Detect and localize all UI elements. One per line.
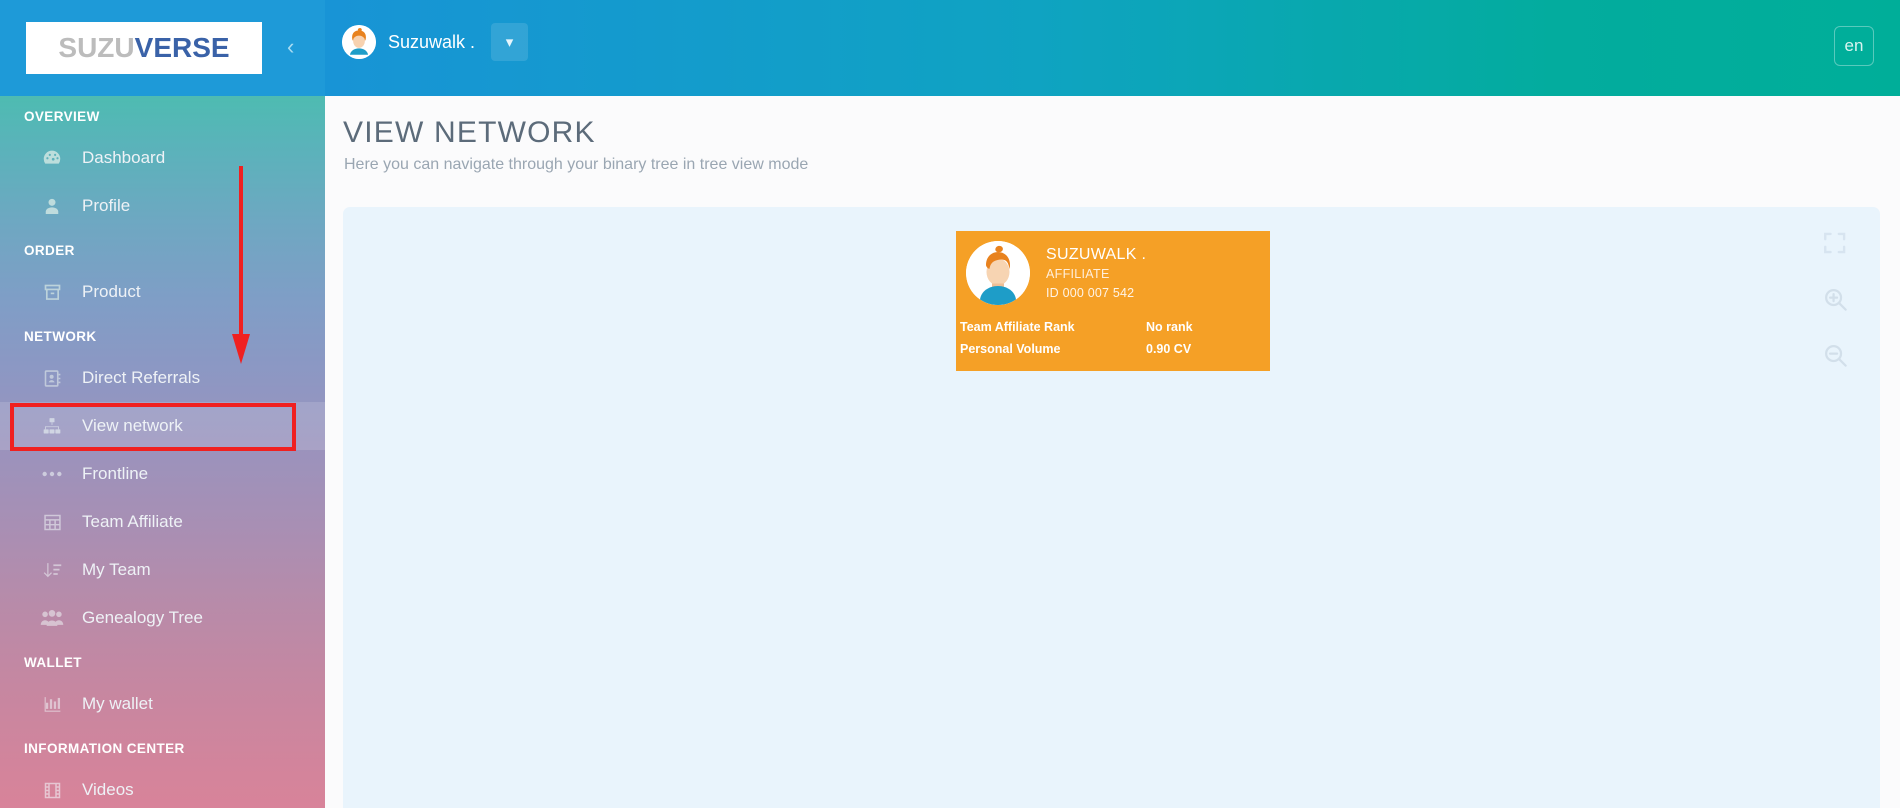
stat-value: 0.90 CV (1146, 338, 1254, 360)
box-icon (38, 280, 66, 304)
sidebar-item-profile[interactable]: Profile (0, 182, 325, 230)
sidebar-section-overview: OVERVIEW (0, 96, 325, 134)
stat-row: Personal Volume 0.90 CV (960, 338, 1254, 360)
brand-logo[interactable]: SUZUVERSE (26, 22, 262, 74)
sidebar-item-view-network[interactable]: View network (0, 402, 325, 450)
sidebar-item-product[interactable]: Product (0, 268, 325, 316)
chevron-left-icon[interactable]: ‹ (287, 36, 294, 58)
sidebar-item-label: Frontline (82, 464, 148, 484)
sidebar-item-dashboard[interactable]: Dashboard (0, 134, 325, 182)
sidebar-item-my-wallet[interactable]: My wallet (0, 680, 325, 728)
affiliate-card-top: SUZUWALK . AFFILIATE ID 000 007 542 (956, 231, 1270, 305)
ellipsis-icon (38, 462, 66, 486)
sidebar-section-network: NETWORK (0, 316, 325, 354)
affiliate-role: AFFILIATE (1046, 265, 1146, 284)
avatar (966, 241, 1030, 305)
sidebar-section-information-center: INFORMATION CENTER (0, 728, 325, 766)
logo-area: SUZUVERSE ‹ (0, 0, 325, 96)
sidebar: SUZUVERSE ‹ OVERVIEW Dashboard Profile (0, 0, 325, 808)
users-group-icon (38, 606, 66, 630)
user-menu[interactable]: Suzuwalk . ▾ (342, 23, 528, 61)
sidebar-item-label: Genealogy Tree (82, 608, 203, 628)
sidebar-item-label: Direct Referrals (82, 368, 200, 388)
sidebar-item-label: My wallet (82, 694, 153, 714)
user-name: Suzuwalk . (388, 32, 475, 53)
sidebar-item-label: Dashboard (82, 148, 165, 168)
tree-tool-group (1815, 220, 1855, 378)
zoom-in-icon[interactable] (1815, 276, 1855, 322)
sidebar-item-my-team[interactable]: My Team (0, 546, 325, 594)
avatar (342, 25, 376, 59)
sidebar-item-label: Product (82, 282, 141, 302)
sidebar-nav: OVERVIEW Dashboard Profile ORDER Product (0, 96, 325, 808)
grid-table-icon (38, 510, 66, 534)
sidebar-item-direct-referrals[interactable]: Direct Referrals (0, 354, 325, 402)
page-header: VIEW NETWORK Here you can navigate throu… (325, 96, 1900, 207)
stat-value: No rank (1146, 316, 1254, 338)
top-header: Suzuwalk . ▾ en (325, 0, 1900, 96)
sidebar-section-order: ORDER (0, 230, 325, 268)
speedometer-icon (38, 146, 66, 170)
sidebar-item-label: My Team (82, 560, 151, 580)
bar-chart-icon (38, 692, 66, 716)
sidebar-section-wallet: WALLET (0, 642, 325, 680)
sidebar-item-frontline[interactable]: Frontline (0, 450, 325, 498)
network-tree-canvas[interactable]: SUZUWALK . AFFILIATE ID 000 007 542 Team… (343, 207, 1880, 808)
affiliate-card-meta: SUZUWALK . AFFILIATE ID 000 007 542 (1046, 241, 1146, 305)
fullscreen-icon[interactable] (1815, 220, 1855, 266)
user-icon (38, 194, 66, 218)
film-strip-icon (38, 778, 66, 802)
affiliate-id: ID 000 007 542 (1046, 284, 1146, 303)
page-title: VIEW NETWORK (343, 116, 596, 150)
sort-descending-icon (38, 558, 66, 582)
stat-label: Team Affiliate Rank (960, 316, 1075, 338)
logo-text-part2: VERSE (135, 32, 230, 63)
sidebar-item-label: Profile (82, 196, 130, 216)
logo-text-part1: SUZU (58, 32, 134, 63)
page-subtitle: Here you can navigate through your binar… (344, 156, 808, 174)
stat-label: Personal Volume (960, 338, 1061, 360)
zoom-out-icon[interactable] (1815, 332, 1855, 378)
sidebar-item-label: View network (82, 416, 183, 436)
chevron-down-icon[interactable]: ▾ (491, 23, 528, 61)
affiliate-name: SUZUWALK . (1046, 245, 1146, 265)
sidebar-item-team-affiliate[interactable]: Team Affiliate (0, 498, 325, 546)
app-root: SUZUVERSE ‹ OVERVIEW Dashboard Profile (0, 0, 1900, 808)
affiliate-stats: Team Affiliate Rank No rank Personal Vol… (956, 316, 1270, 360)
stat-row: Team Affiliate Rank No rank (960, 316, 1254, 338)
sitemap-icon (38, 414, 66, 438)
sidebar-item-videos[interactable]: Videos (0, 766, 325, 808)
sidebar-item-label: Team Affiliate (82, 512, 183, 532)
affiliate-node-card[interactable]: SUZUWALK . AFFILIATE ID 000 007 542 Team… (956, 231, 1270, 371)
contact-card-icon (38, 366, 66, 390)
sidebar-item-genealogy-tree[interactable]: Genealogy Tree (0, 594, 325, 642)
sidebar-item-label: Videos (82, 780, 134, 800)
language-selector[interactable]: en (1834, 26, 1874, 66)
